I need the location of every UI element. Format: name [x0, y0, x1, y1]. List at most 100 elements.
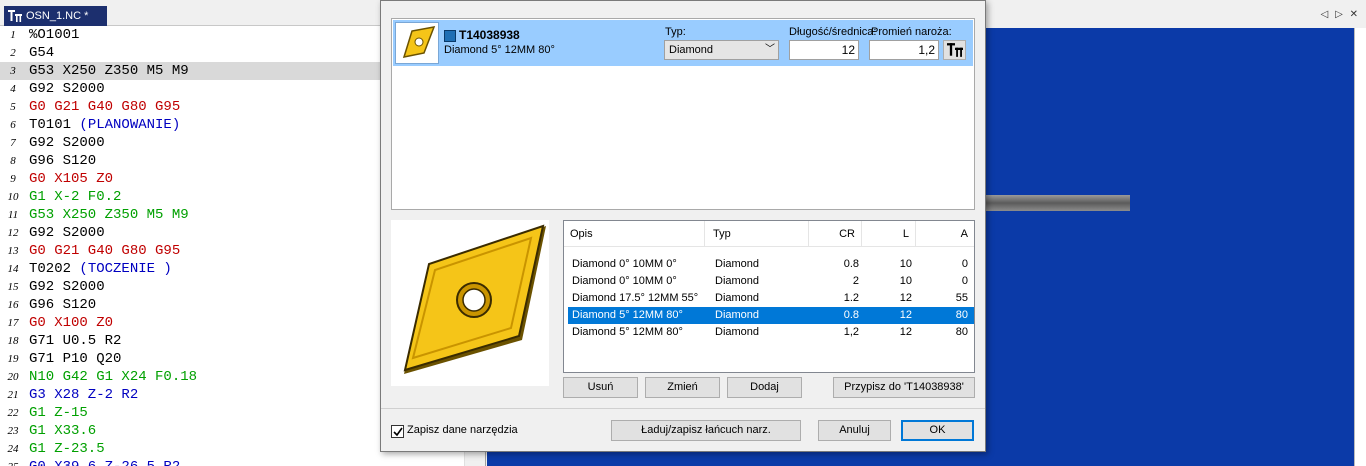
radius-label: Promień naroża:: [871, 26, 952, 38]
type-select[interactable]: Diamond ﹀: [664, 40, 779, 60]
code-token: G0 G21 G40 G80 G95: [29, 243, 181, 259]
cell-typ: Diamond: [715, 258, 760, 270]
insert-thumb-icon: [402, 26, 436, 58]
cell-typ: Diamond: [715, 326, 760, 338]
ok-button[interactable]: OK: [901, 420, 974, 441]
table-row[interactable]: Diamond 0° 10MM 0° Diamond 2 10 0: [568, 273, 974, 290]
line-text: G1 Z-23.5: [29, 440, 105, 458]
cell-l: 12: [899, 326, 912, 338]
column-a[interactable]: A: [916, 221, 974, 247]
line-text: G3 X28 Z-2 R2: [29, 386, 138, 404]
tool-color-swatch: [444, 30, 456, 42]
table-row[interactable]: Diamond 5° 12MM 80° Diamond 1,2 12 80: [568, 324, 974, 341]
save-tool-data-label: Zapisz dane narzędzia: [407, 424, 518, 436]
code-token: (TOCZENIE ): [79, 261, 172, 277]
line-number: 16: [7, 299, 19, 311]
cell-l: 12: [899, 292, 912, 304]
cell-a: 0: [961, 258, 968, 270]
line-text: N10 G42 G1 X24 F0.18: [29, 368, 197, 386]
column-cr[interactable]: CR: [809, 221, 862, 247]
insert-preview: [391, 220, 549, 386]
code-token: G0 X100 Z0: [29, 315, 114, 331]
column-typ[interactable]: Typ: [705, 221, 809, 247]
table-row[interactable]: Diamond 17.5° 12MM 55° Diamond 1.2 12 55: [568, 290, 974, 307]
line-number: 23: [7, 425, 19, 437]
line-number: 24: [7, 443, 19, 455]
add-button[interactable]: Dodaj: [727, 377, 802, 398]
tool-icon: [947, 43, 963, 57]
cell-cr: 2: [852, 275, 859, 287]
line-number: 5: [10, 101, 16, 113]
tool-library-table[interactable]: Opis Typ CR L A Diamond 0° 10MM 0° Diamon…: [563, 220, 975, 373]
cell-cr: 1.2: [843, 292, 859, 304]
tool-settings-button[interactable]: [943, 40, 966, 60]
code-token: %O1001: [29, 27, 80, 43]
cell-opis: Diamond 5° 12MM 80°: [572, 326, 683, 338]
load-save-chain-button[interactable]: Ładuj/zapisz łańcuch narz.: [611, 420, 801, 441]
line-number: 25: [0, 458, 26, 466]
radius-input[interactable]: 1,2: [869, 40, 939, 60]
change-button[interactable]: Zmień: [645, 377, 720, 398]
length-input[interactable]: 12: [789, 40, 859, 60]
delete-button[interactable]: Usuń: [563, 377, 638, 398]
tool-list-panel[interactable]: T14038938 Diamond 5° 12MM 80° Typ: Diamo…: [391, 18, 975, 210]
line-number: 18: [7, 335, 19, 347]
table-row[interactable]: Diamond 0° 10MM 0° Diamond 0.8 10 0: [568, 256, 974, 273]
line-number: 3: [10, 65, 16, 77]
viewport-nav-arrows[interactable]: ◁ ▷ ✕: [1321, 9, 1360, 20]
cell-a: 80: [955, 309, 968, 321]
tab-osn-1-nc[interactable]: OSN_1.NC *: [4, 6, 107, 26]
line-number: 11: [7, 209, 19, 221]
length-label: Długość/średnica:: [789, 26, 877, 38]
line-text: G96 S120: [29, 296, 96, 314]
line-text: G1 X-2 F0.2: [29, 188, 121, 206]
table-header: Opis Typ CR L A: [564, 221, 974, 247]
line-number: 14: [7, 263, 19, 275]
column-l[interactable]: L: [862, 221, 916, 247]
code-token: G53 X250 Z350 M5 M9: [29, 63, 189, 79]
assign-button[interactable]: Przypisz do 'T14038938': [833, 377, 975, 398]
cell-opis: Diamond 17.5° 12MM 55°: [572, 292, 699, 304]
line-text: G53 X250 Z350 M5 M9: [29, 62, 189, 80]
column-opis[interactable]: Opis: [564, 221, 705, 247]
line-number: 12: [7, 227, 19, 239]
checkmark-icon: [393, 427, 403, 437]
save-tool-data-checkbox[interactable]: [391, 425, 404, 438]
cancel-button[interactable]: Anuluj: [818, 420, 891, 441]
line-text: G96 S120: [29, 152, 96, 170]
tool-dialog: T14038938 Diamond 5° 12MM 80° Typ: Diamo…: [380, 0, 986, 452]
line-number: 15: [7, 281, 19, 293]
code-token: G96 S120: [29, 153, 97, 169]
type-value: Diamond: [669, 44, 714, 56]
code-token: G3 X28 Z-2 R2: [29, 387, 139, 403]
line-text: G0 X105 Z0: [29, 170, 113, 188]
line-text: T0101 (PLANOWANIE): [29, 116, 180, 134]
tool-description: Diamond 5° 12MM 80°: [444, 44, 555, 56]
chevron-down-icon: ﹀: [765, 44, 775, 55]
tab-title: OSN_1.NC *: [26, 10, 89, 22]
code-token: G71 U0.5 R2: [29, 333, 122, 349]
code-token: G53 X250 Z350 M5 M9: [29, 207, 189, 223]
cell-l: 10: [899, 275, 912, 287]
line-text: G92 S2000: [29, 224, 105, 242]
cell-opis: Diamond 0° 10MM 0°: [572, 258, 677, 270]
code-token: G1 Z-15: [29, 405, 88, 421]
line-number: 8: [10, 155, 16, 167]
dialog-separator: [381, 408, 985, 409]
type-label: Typ:: [665, 26, 686, 38]
code-token: G1 Z-23.5: [29, 441, 105, 457]
code-token: T0202: [29, 261, 80, 277]
line-text: G1 Z-15: [29, 404, 88, 422]
table-row[interactable]: Diamond 5° 12MM 80° Diamond 0.8 12 80: [568, 307, 974, 324]
line-text: G0 G21 G40 G80 G95: [29, 242, 180, 260]
cell-opis: Diamond 0° 10MM 0°: [572, 275, 677, 287]
line-text: G54: [29, 44, 54, 62]
code-line[interactable]: 25G0 X39.6 Z-26.5 R2: [0, 458, 464, 466]
code-token: G92 S2000: [29, 225, 105, 241]
line-text: G71 P10 Q20: [29, 350, 121, 368]
viewport-side-strip: [1354, 28, 1366, 466]
tool-row-selected[interactable]: T14038938 Diamond 5° 12MM 80° Typ: Diamo…: [393, 20, 973, 66]
cell-l: 10: [899, 258, 912, 270]
line-number: 17: [7, 317, 19, 329]
line-number: 4: [10, 83, 16, 95]
